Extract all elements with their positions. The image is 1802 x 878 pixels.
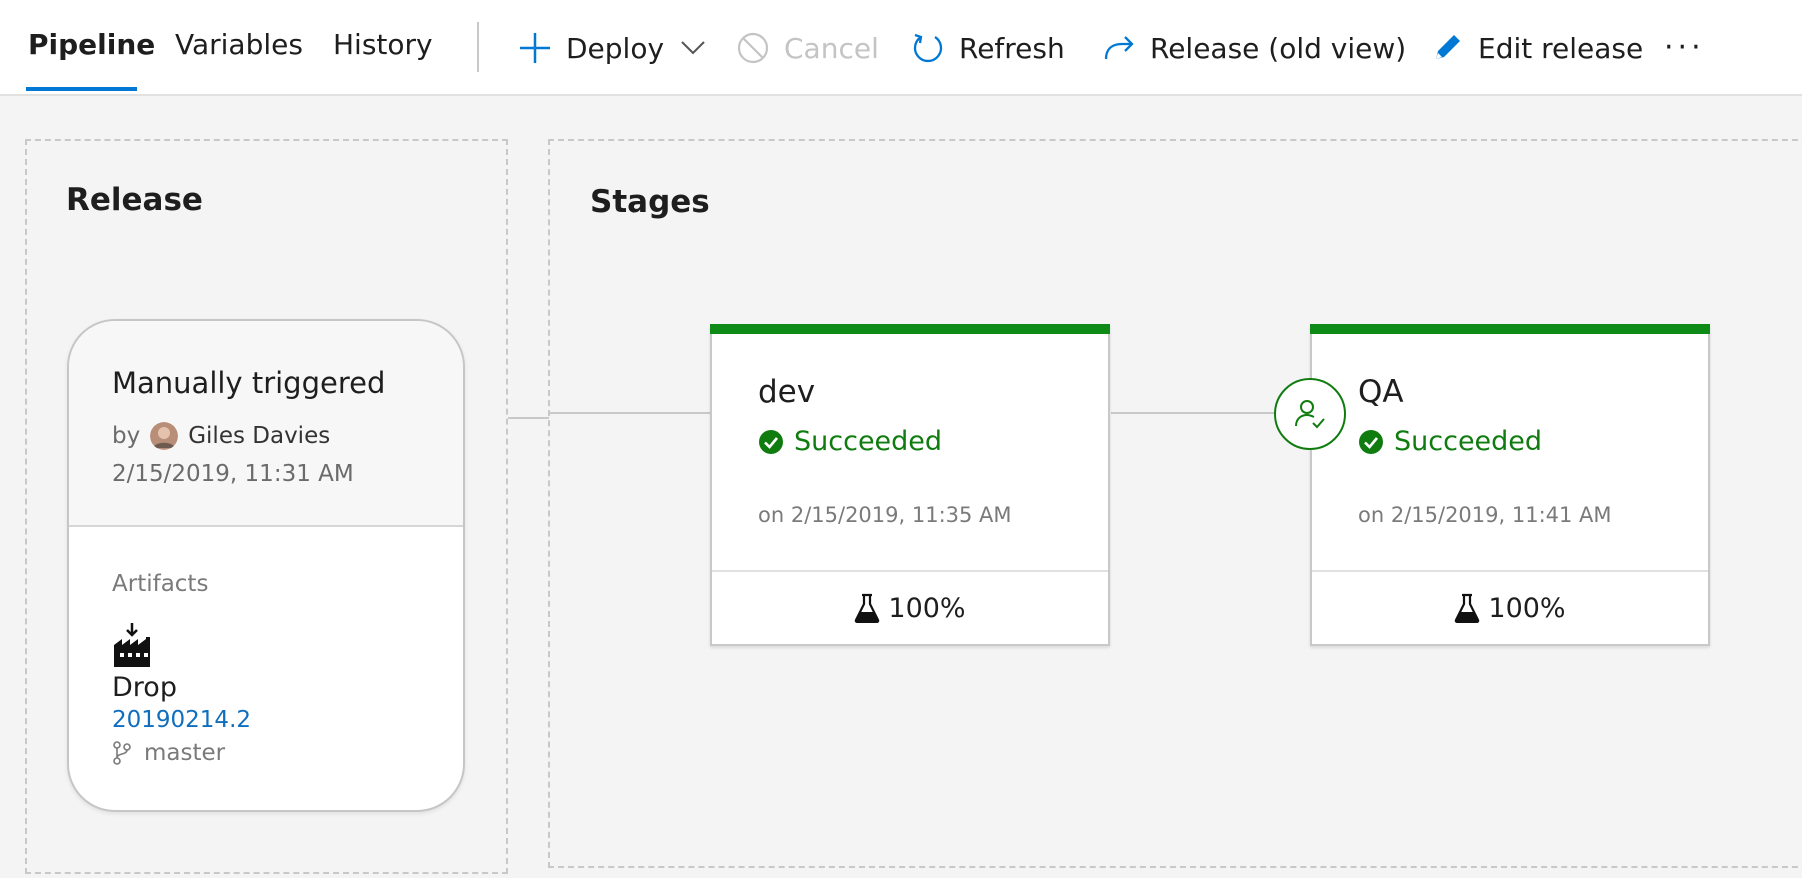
stage-card-qa[interactable]: QA Succeeded on 2/15/2019, 11:41 AM 100%: [1310, 324, 1710, 646]
release-date: 2/15/2019, 11:31 AM: [112, 461, 354, 487]
stage-name: dev: [758, 374, 816, 410]
artifacts-label: Artifacts: [112, 571, 209, 597]
artifact-build-icon: [114, 623, 150, 667]
branch-name: master: [144, 740, 226, 766]
more-actions-button[interactable]: ···: [1664, 30, 1705, 65]
chevron-down-icon: [681, 41, 705, 55]
stage-time: on 2/15/2019, 11:41 AM: [1358, 503, 1612, 527]
command-bar: Pipeline Variables History Deploy Cancel…: [0, 0, 1802, 96]
stage-status-bar: [1310, 324, 1710, 334]
stage-tests-value: 100%: [1488, 592, 1566, 624]
edit-release-button[interactable]: Edit release: [1430, 26, 1643, 70]
redo-arrow-icon: [1104, 36, 1134, 60]
tab-pipeline[interactable]: Pipeline: [28, 28, 155, 61]
stage-time: on 2/15/2019, 11:35 AM: [758, 503, 1012, 527]
tab-history[interactable]: History: [333, 28, 433, 61]
stage-status: Succeeded: [1358, 426, 1542, 457]
branch-icon: [113, 741, 131, 765]
flask-icon: [1455, 593, 1480, 623]
artifact-branch: master: [112, 740, 225, 766]
flask-icon: [855, 593, 880, 623]
approver-icon: [1295, 400, 1325, 429]
cancel-icon: [737, 32, 769, 64]
toolbar-divider: [477, 22, 479, 72]
stage-tests-value: 100%: [888, 592, 966, 624]
check-circle-icon: [759, 429, 783, 454]
pre-deployment-approval-button[interactable]: [1274, 378, 1346, 450]
refresh-icon: [913, 33, 943, 63]
check-circle-icon: [1359, 429, 1383, 454]
stage-card-dev[interactable]: dev Succeeded on 2/15/2019, 11:35 AM 100…: [710, 324, 1110, 646]
stage-status-bar: [710, 324, 1110, 334]
artifact-build-link[interactable]: 20190214.2: [112, 707, 251, 733]
stage-tests[interactable]: 100%: [1312, 572, 1708, 644]
release-old-view-button[interactable]: Release (old view): [1102, 26, 1406, 70]
refresh-label: Refresh: [959, 31, 1065, 65]
pencil-icon: [1436, 35, 1460, 59]
edit-release-label: Edit release: [1478, 31, 1644, 65]
connector-release-to-stages: [508, 417, 549, 419]
active-tab-indicator: [26, 87, 137, 91]
stage-name: QA: [1358, 374, 1404, 410]
tab-variables[interactable]: Variables: [175, 28, 303, 61]
release-requested-by: by Giles Davies: [112, 422, 330, 450]
artifact-name: Drop: [112, 672, 177, 703]
release-user: Giles Davies: [188, 423, 331, 449]
by-label: by: [112, 423, 141, 449]
cancel-label: Cancel: [784, 31, 879, 65]
stage-status-label: Succeeded: [1394, 426, 1543, 457]
release-old-view-label: Release (old view): [1150, 31, 1407, 65]
stages-panel-title: Stages: [590, 184, 710, 220]
stage-status-label: Succeeded: [794, 426, 943, 457]
deploy-button[interactable]: Deploy: [518, 26, 706, 70]
release-trigger: Manually triggered: [112, 366, 386, 400]
plus-icon: [520, 33, 550, 63]
release-panel-title: Release: [66, 182, 203, 218]
stage-status: Succeeded: [758, 426, 942, 457]
deploy-label: Deploy: [566, 31, 665, 65]
avatar: [150, 422, 179, 450]
release-card[interactable]: Manually triggered by Giles Davies 2/15/…: [67, 319, 465, 812]
stage-tests[interactable]: 100%: [712, 572, 1108, 644]
cancel-button[interactable]: Cancel: [736, 26, 879, 70]
refresh-button[interactable]: Refresh: [911, 26, 1065, 70]
